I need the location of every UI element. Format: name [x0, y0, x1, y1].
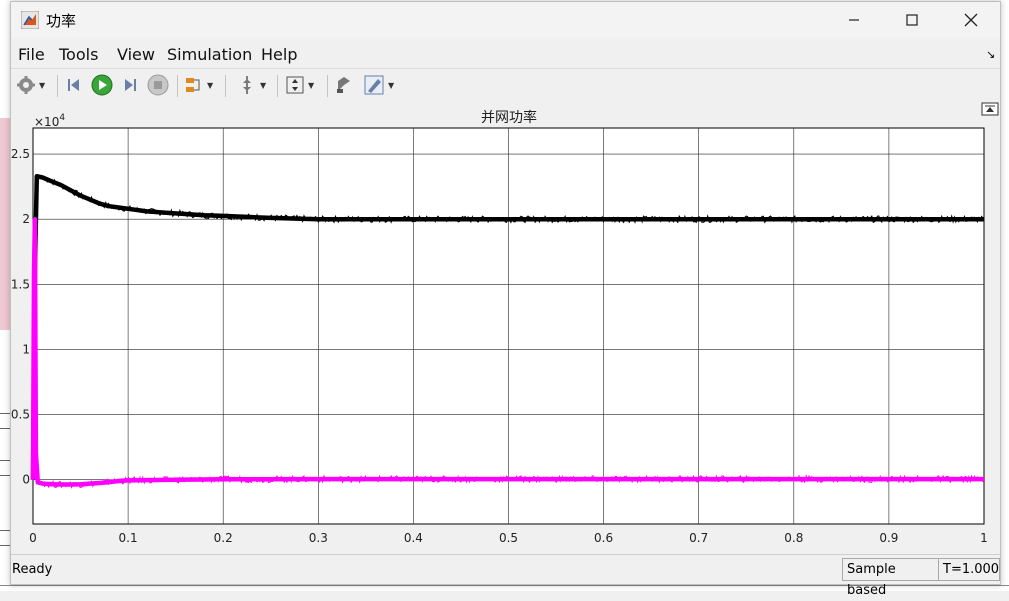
toolbar: ▼ ▼ ▼ ▼ ▼: [11, 68, 1000, 103]
maximize-icon: [906, 14, 918, 26]
gear-icon: [17, 76, 35, 94]
cursor-icon: [243, 76, 251, 94]
menu-tools[interactable]: Tools: [59, 45, 98, 64]
signal-selector-button[interactable]: ▼: [184, 74, 213, 96]
zoom-fit-icon: [286, 76, 304, 94]
y-tick-label: 2: [22, 212, 30, 226]
minimize-icon: [849, 19, 859, 21]
menu-help[interactable]: Help: [261, 45, 297, 64]
y-tick-label: 2.5: [11, 147, 30, 161]
x-tick-label: 0: [29, 531, 37, 545]
stop-icon: [147, 74, 169, 96]
run-icon: [91, 74, 113, 96]
simulation-time-indicator: T=1.000: [938, 558, 1000, 581]
sample-mode-indicator: Sample based: [842, 558, 940, 598]
run-button[interactable]: [91, 74, 113, 96]
y-tick-label: 1: [22, 342, 30, 356]
x-tick-label: 0.9: [879, 531, 898, 545]
title-bar[interactable]: 功率: [11, 2, 1000, 38]
stop-button[interactable]: [147, 74, 169, 96]
y-tick-label: 1.5: [11, 277, 30, 291]
settings-button[interactable]: ▼: [16, 74, 45, 96]
x-tick-label: 0.6: [594, 531, 613, 545]
style-icon: [337, 77, 350, 93]
step-back-button[interactable]: [65, 74, 85, 96]
maximize-button[interactable]: [883, 2, 941, 38]
x-tick-label: 0.1: [119, 531, 138, 545]
step-forward-button[interactable]: [119, 74, 139, 96]
step-forward-icon: [125, 79, 136, 91]
x-tick-label: 1: [980, 531, 988, 545]
signal-selector-icon: [186, 78, 200, 92]
menu-view[interactable]: View: [117, 45, 155, 64]
close-icon: [964, 13, 978, 27]
style-button[interactable]: [334, 74, 354, 96]
x-tick-label: 0.8: [784, 531, 803, 545]
undock-icon[interactable]: ↘: [986, 48, 995, 61]
menu-file[interactable]: File: [18, 45, 45, 64]
cursor-measure-button[interactable]: ▼: [237, 74, 266, 96]
y-tick-label: 0: [22, 473, 30, 487]
y-exponent-power: 4: [59, 113, 65, 123]
y-exponent-base: ×10: [34, 115, 59, 129]
menu-bar: File Tools View Simulation Help ↘: [11, 40, 1000, 68]
edit-button[interactable]: ▼: [363, 74, 394, 96]
zoom-fit-button[interactable]: ▼: [285, 74, 314, 96]
x-tick-label: 0.5: [499, 531, 518, 545]
status-text: Ready: [12, 562, 53, 577]
y-tick-label: 0.5: [11, 408, 30, 422]
minimize-button[interactable]: [825, 2, 883, 38]
chart-title: 并网功率: [481, 109, 537, 126]
window-title: 功率: [46, 12, 77, 30]
x-tick-label: 0.3: [309, 531, 328, 545]
scope-plot-area: 0 0.1 0.2 0.3 0.4 0.5 0.6 0.7 0.8 0.9 1 0 0.5 1 1.5 2 2…: [11, 102, 1000, 551]
menu-simulation[interactable]: Simulation: [167, 45, 252, 64]
x-tick-label: 0.2: [214, 531, 233, 545]
status-bar: Ready Sample based T=1.000: [11, 554, 1000, 598]
matlab-icon: [21, 11, 39, 29]
expand-legend-button[interactable]: [981, 102, 999, 116]
x-tick-label: 0.7: [689, 531, 708, 545]
y-exponent-label: ×104: [34, 113, 65, 129]
scope-chart[interactable]: 0 0.1 0.2 0.3 0.4 0.5 0.6 0.7 0.8 0.9 1 0 0.5 1 1.5 2 2…: [11, 102, 1000, 551]
step-back-icon: [68, 79, 79, 91]
close-button[interactable]: [942, 2, 1000, 38]
edit-icon: [364, 75, 384, 95]
x-tick-label: 0.4: [404, 531, 423, 545]
scope-window: 功率 File Tools View Simulation Help ↘ ▼ ▼…: [10, 1, 1001, 598]
